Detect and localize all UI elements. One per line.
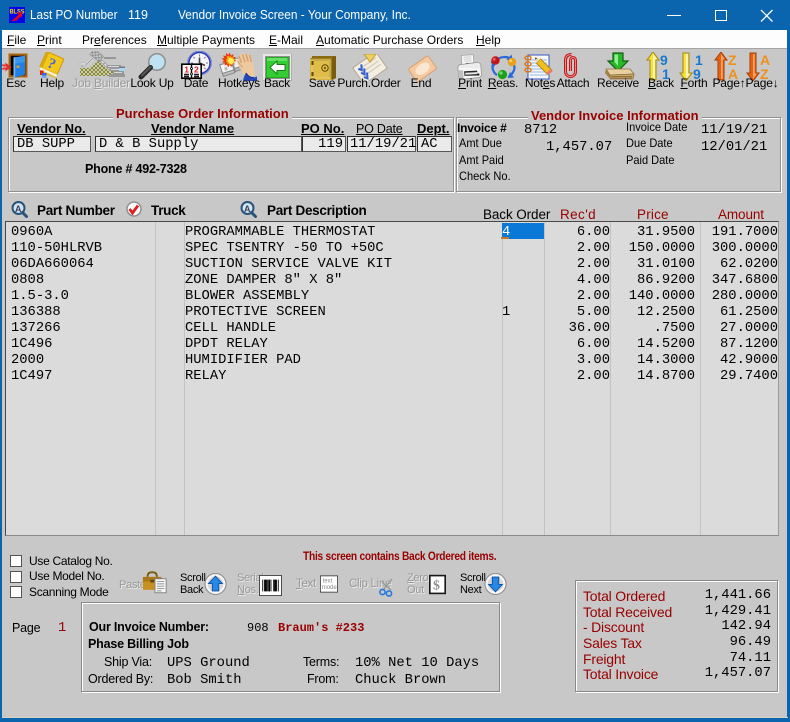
svg-text:BLSS: BLSS <box>10 9 25 16</box>
svg-text:A: A <box>244 204 251 214</box>
svg-text:text: text <box>323 578 333 584</box>
svg-text:mode: mode <box>322 585 338 591</box>
svg-text:2: 2 <box>194 65 199 75</box>
svg-text:1: 1 <box>184 65 189 75</box>
svg-text:A: A <box>15 204 22 214</box>
svg-text:$: $ <box>433 577 440 592</box>
